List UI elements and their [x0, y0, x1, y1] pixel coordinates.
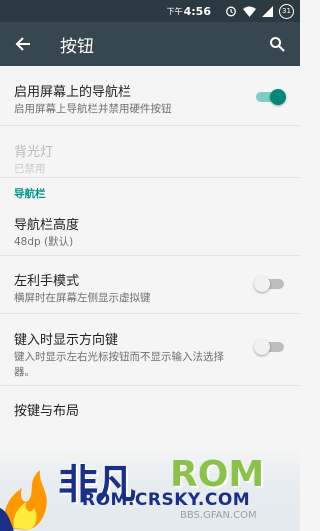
watermark-rom: ROM [170, 454, 265, 495]
pref-title: 背光灯 [14, 145, 54, 160]
pref-title: 按键与布局 [14, 404, 80, 419]
signal-icon [262, 5, 273, 17]
pref-enable-nav-bar[interactable]: 启用屏幕上的导航栏 启用屏幕上导航栏并禁用硬件按钮 [0, 66, 300, 126]
search-button[interactable] [254, 36, 300, 52]
app-bar: 按钮 [0, 22, 300, 66]
pref-left-hand-mode[interactable]: 左利手模式 横屏时在屏幕左侧显示虚拟键 [0, 256, 300, 314]
category-nav-bar: 导航栏 [14, 188, 46, 200]
alarm-icon [225, 5, 237, 17]
nav-bar-toggle[interactable] [256, 89, 286, 105]
pref-summary: 键入时显示左右光标按钮而不显示输入法选择器。 [14, 351, 224, 378]
pref-summary: 48dp (默认) [14, 236, 74, 248]
arrow-back-icon [15, 37, 30, 51]
status-ampm: 下午 [166, 6, 183, 16]
flame-logo-icon [0, 470, 47, 531]
status-time: 4:56 [183, 4, 211, 18]
pref-nav-bar-height[interactable]: 导航栏高度 48dp (默认) [0, 208, 300, 256]
battery-icon: 31 [279, 3, 294, 19]
wifi-icon [243, 6, 256, 17]
left-hand-toggle[interactable] [254, 276, 284, 292]
pref-summary: 启用屏幕上导航栏并禁用硬件按钮 [14, 103, 172, 115]
pref-summary: 横屏时在屏幕左侧显示虚拟键 [14, 292, 151, 304]
status-bar: 下午 4:56 31 [0, 0, 300, 22]
back-button[interactable] [0, 36, 46, 52]
pref-show-arrow-keys[interactable]: 键入时显示方向键 键入时显示左右光标按钮而不显示输入法选择器。 [0, 314, 300, 386]
watermark-url: ROM.CRSKY.COM [82, 490, 251, 510]
pref-summary: 已禁用 [14, 163, 46, 175]
pref-title: 键入时显示方向键 [14, 333, 119, 348]
page-title: 按钮 [60, 36, 94, 57]
settings-list: 启用屏幕上的导航栏 启用屏幕上导航栏并禁用硬件按钮 背光灯 已禁用 导航栏 导航… [0, 66, 300, 426]
watermark-url2: BBS.GFAN.COM [180, 510, 257, 521]
search-icon [270, 37, 285, 52]
pref-keys-and-layout[interactable]: 按键与布局 [0, 386, 300, 426]
pref-title: 左利手模式 [14, 274, 80, 289]
pref-title: 导航栏高度 [14, 218, 80, 233]
pref-title: 启用屏幕上的导航栏 [14, 85, 132, 100]
arrow-keys-toggle[interactable] [254, 339, 284, 355]
pref-backlight: 背光灯 已禁用 [0, 126, 300, 178]
